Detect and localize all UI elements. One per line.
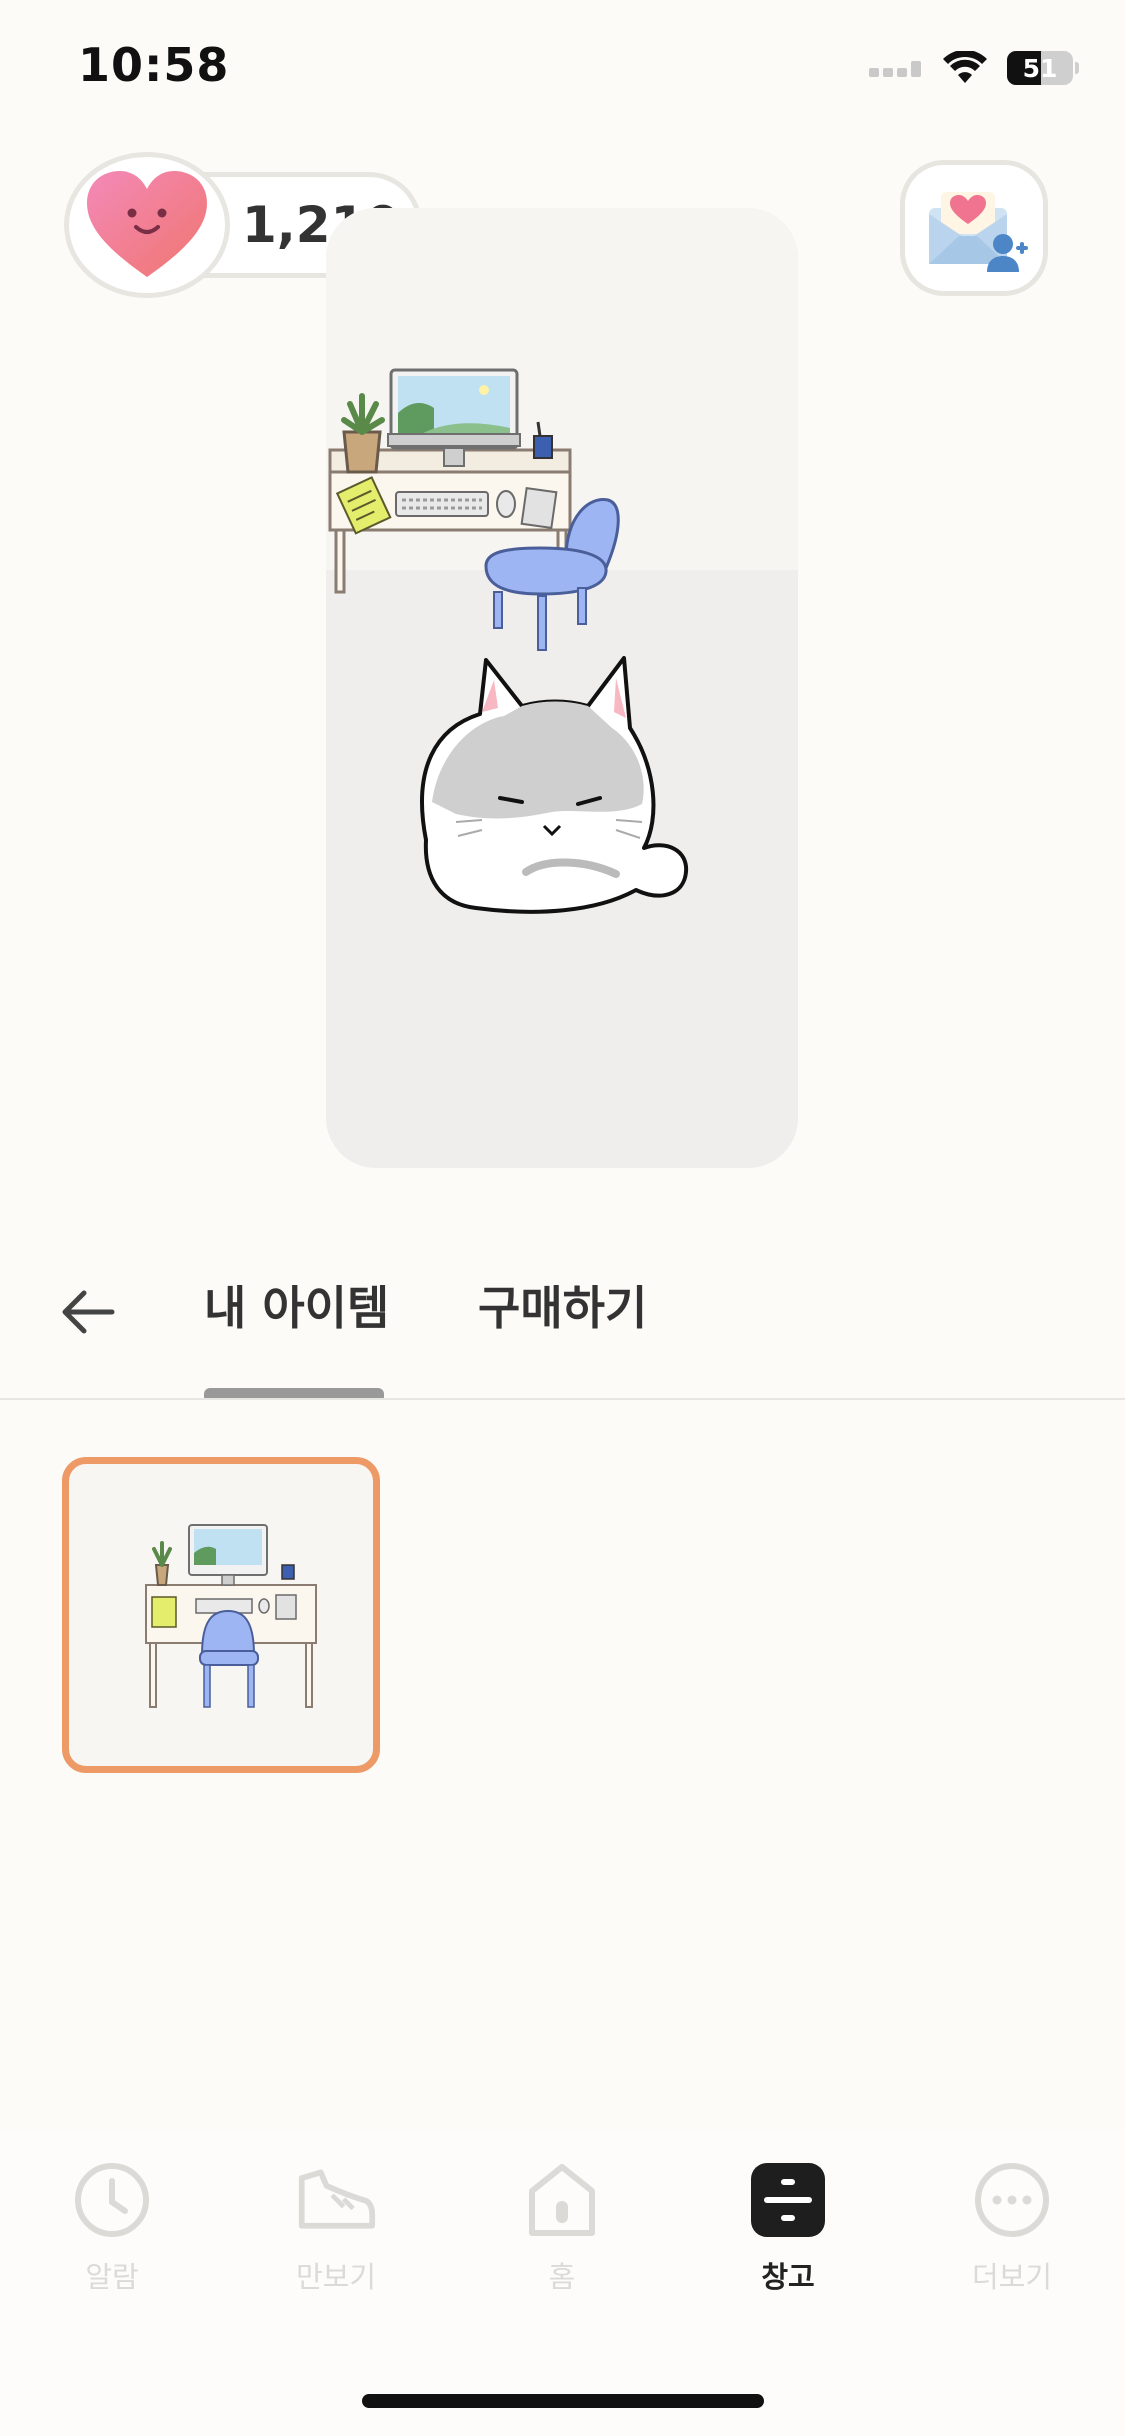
tab-shop[interactable]: 구매하기 bbox=[478, 1272, 647, 1338]
tab-my-items[interactable]: 내 아이템 bbox=[204, 1272, 389, 1338]
battery-tip bbox=[1075, 62, 1079, 74]
storage-icon bbox=[748, 2160, 828, 2240]
battery-level: 51 bbox=[1022, 53, 1058, 83]
back-button[interactable] bbox=[56, 1280, 120, 1344]
status-icons: 51 bbox=[869, 48, 1079, 88]
room-illustration bbox=[328, 368, 689, 914]
desk-set-icon bbox=[145, 1524, 317, 1708]
signal-icon bbox=[869, 61, 921, 77]
nav-label: 알람 bbox=[85, 2260, 139, 2294]
wifi-icon bbox=[943, 51, 987, 83]
shoe-icon bbox=[296, 2160, 376, 2240]
status-time: 10:58 bbox=[78, 38, 230, 92]
nav-item-storage[interactable]: 창고 bbox=[698, 2160, 878, 2296]
screen: 10:58 51 1,210 내 아이템 구매하기 알람 만보기 홈 창고 더보… bbox=[0, 0, 1125, 2436]
home-icon bbox=[522, 2160, 602, 2240]
room-preview bbox=[326, 208, 798, 1168]
nav-label: 더보기 bbox=[971, 2260, 1053, 2294]
nav-item-home[interactable]: 홈 bbox=[472, 2160, 652, 2296]
heart-face-icon bbox=[64, 152, 230, 298]
clock-icon bbox=[72, 2160, 152, 2240]
nav-item-pedometer[interactable]: 만보기 bbox=[246, 2160, 426, 2296]
inventory-item-desk-set[interactable] bbox=[62, 1457, 380, 1773]
invite-friend-button[interactable] bbox=[900, 160, 1048, 296]
letter-add-friend-icon bbox=[929, 192, 1028, 272]
nav-label: 만보기 bbox=[295, 2260, 377, 2294]
back-arrow-icon bbox=[62, 1290, 115, 1334]
nav-label: 창고 bbox=[761, 2260, 815, 2294]
more-icon bbox=[972, 2160, 1052, 2240]
plant-icon bbox=[341, 393, 385, 474]
tabs-divider bbox=[0, 1398, 1125, 1400]
keyboard-icon bbox=[395, 491, 489, 517]
cat-icon bbox=[420, 656, 689, 914]
home-indicator bbox=[362, 2394, 764, 2408]
nav-item-alarm[interactable]: 알람 bbox=[22, 2160, 202, 2296]
nav-item-more[interactable]: 더보기 bbox=[922, 2160, 1102, 2296]
nav-label: 홈 bbox=[548, 2260, 576, 2294]
battery-icon: 51 bbox=[1007, 51, 1073, 85]
